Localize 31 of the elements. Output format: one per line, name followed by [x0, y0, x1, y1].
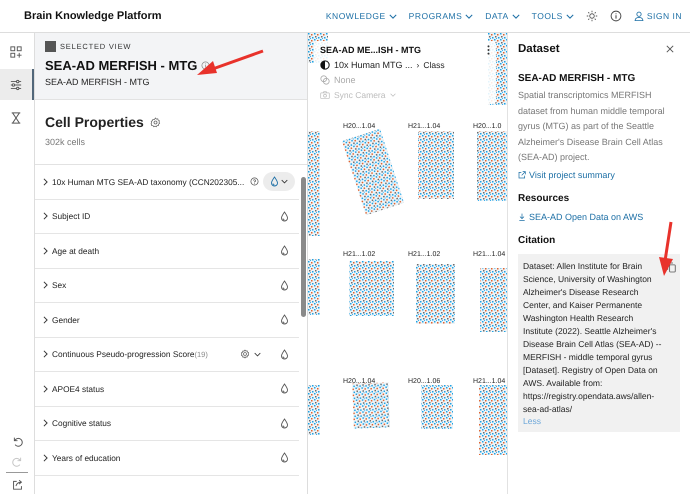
nav-menu[interactable]: TOOLS [532, 11, 574, 21]
nav-menu[interactable]: DATA [485, 11, 520, 21]
panel-title: Dataset [518, 43, 560, 55]
section-heading: Resources [518, 192, 570, 204]
color-by-label[interactable]: 10x Human MTG ... [334, 60, 413, 70]
nav-menu[interactable]: KNOWLEDGE [326, 11, 397, 21]
section-title: Cell Properties [45, 114, 144, 130]
open-data-link[interactable]: SEA-AD Open Data on AWS [518, 212, 680, 222]
dataset-title: SEA-AD MERFISH - MTG [518, 73, 636, 84]
project-summary-link[interactable]: Visit project summary [518, 170, 680, 180]
sign-in-button[interactable]: SIGN IN [634, 11, 682, 21]
brand-title: Brain Knowledge Platform [24, 10, 162, 22]
nav-menu[interactable]: PROGRAMS [408, 11, 474, 21]
property-name: Cognitive status [52, 418, 112, 428]
citation-text: Dataset: Allen Institute for Brain Science, University of Washington Alzheimer's Disease Research Center, and Kaiser Permanente Washington Health Research Institute (2022). Seattle Alzheimer's Disease Brain Cell Atlas (SEA-AD) -- MERFISH - middle temporal gyrus [Dataset]. Registry of Open Data on AWS. Available from: https://registry.opendata.aws/allen-sea-ad-atlas/ [523, 260, 662, 416]
property-name: Years of education [52, 452, 122, 463]
property-name: 10x Human MTG SEA-AD taxonomy (CCN202305... [52, 176, 246, 187]
view-card-title: SEA-AD ME...ISH - MTG [320, 45, 421, 55]
dataset-description: Spatial transcriptomics MERFISH dataset from human middle temporal gyrus (MTG) as part of the Seattle Alzheimer's Disease Brain Cell Atlas (SEA-AD) project. [518, 89, 666, 164]
section-heading: Citation [518, 234, 556, 246]
color-level-label[interactable]: Class [423, 60, 445, 70]
property-name: APOE4 status [52, 384, 106, 394]
property-name: Subject ID [52, 211, 92, 222]
view-subtitle: SEA-AD MERFISH - MTG [45, 77, 151, 87]
property-row[interactable]: 10x Human MTG SEA-AD taxonomy (CCN202305... [35, 165, 299, 200]
property-name: Sex [52, 280, 68, 290]
view-title: SEA-AD MERFISH - MTG [45, 58, 198, 73]
property-name: Age at death [52, 246, 100, 256]
cell-count: 302k cells [45, 137, 86, 147]
property-name: Gender [52, 314, 81, 325]
separator-glyph: › [416, 60, 420, 70]
